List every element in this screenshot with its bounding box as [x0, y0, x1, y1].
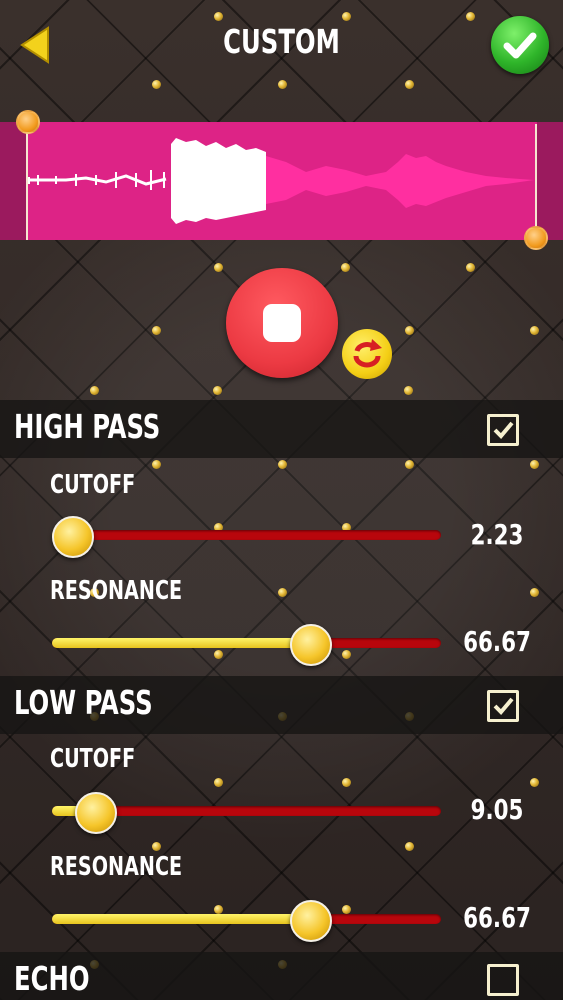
low-pass-resonance-value: 66.67	[463, 901, 531, 934]
low-pass-cutoff-value: 9.05	[470, 793, 524, 826]
waveform-end-handle[interactable]	[524, 226, 548, 250]
high-pass-cutoff-slider[interactable]	[52, 516, 441, 558]
high-pass-resonance-slider[interactable]	[52, 624, 441, 666]
high-pass-checkbox[interactable]	[487, 414, 519, 446]
slider-fill	[52, 914, 309, 924]
waveform	[26, 122, 536, 240]
slider-knob[interactable]	[289, 624, 332, 666]
loop-icon	[353, 339, 382, 368]
stop-icon	[263, 304, 301, 342]
low-pass-resonance-label: RESONANCE	[50, 852, 183, 882]
high-pass-title: HIGH PASS	[14, 407, 161, 446]
page-title: CUSTOM	[223, 22, 340, 61]
echo-checkbox[interactable]	[487, 964, 519, 996]
checkmark-icon	[493, 421, 514, 439]
waveform-start-handle[interactable]	[16, 110, 40, 134]
slider-knob[interactable]	[289, 900, 332, 942]
loop-button[interactable]	[342, 329, 392, 379]
checkmark-icon	[493, 697, 514, 715]
low-pass-checkbox[interactable]	[487, 690, 519, 722]
slider-knob[interactable]	[52, 516, 95, 558]
high-pass-cutoff-label: CUTOFF	[50, 470, 136, 500]
slider-fill	[52, 638, 309, 648]
low-pass-title: LOW PASS	[14, 683, 153, 722]
low-pass-cutoff-slider[interactable]	[52, 792, 441, 834]
slider-knob[interactable]	[74, 792, 117, 834]
high-pass-resonance-label: RESONANCE	[50, 576, 183, 606]
checkmark-icon	[503, 32, 537, 59]
low-pass-cutoff-label: CUTOFF	[50, 744, 136, 774]
confirm-button[interactable]	[491, 16, 549, 74]
high-pass-resonance-value: 66.67	[463, 625, 531, 658]
high-pass-cutoff-value: 2.23	[470, 518, 524, 551]
echo-title: ECHO	[14, 959, 90, 998]
stop-record-button[interactable]	[226, 268, 338, 378]
low-pass-resonance-slider[interactable]	[52, 900, 441, 942]
